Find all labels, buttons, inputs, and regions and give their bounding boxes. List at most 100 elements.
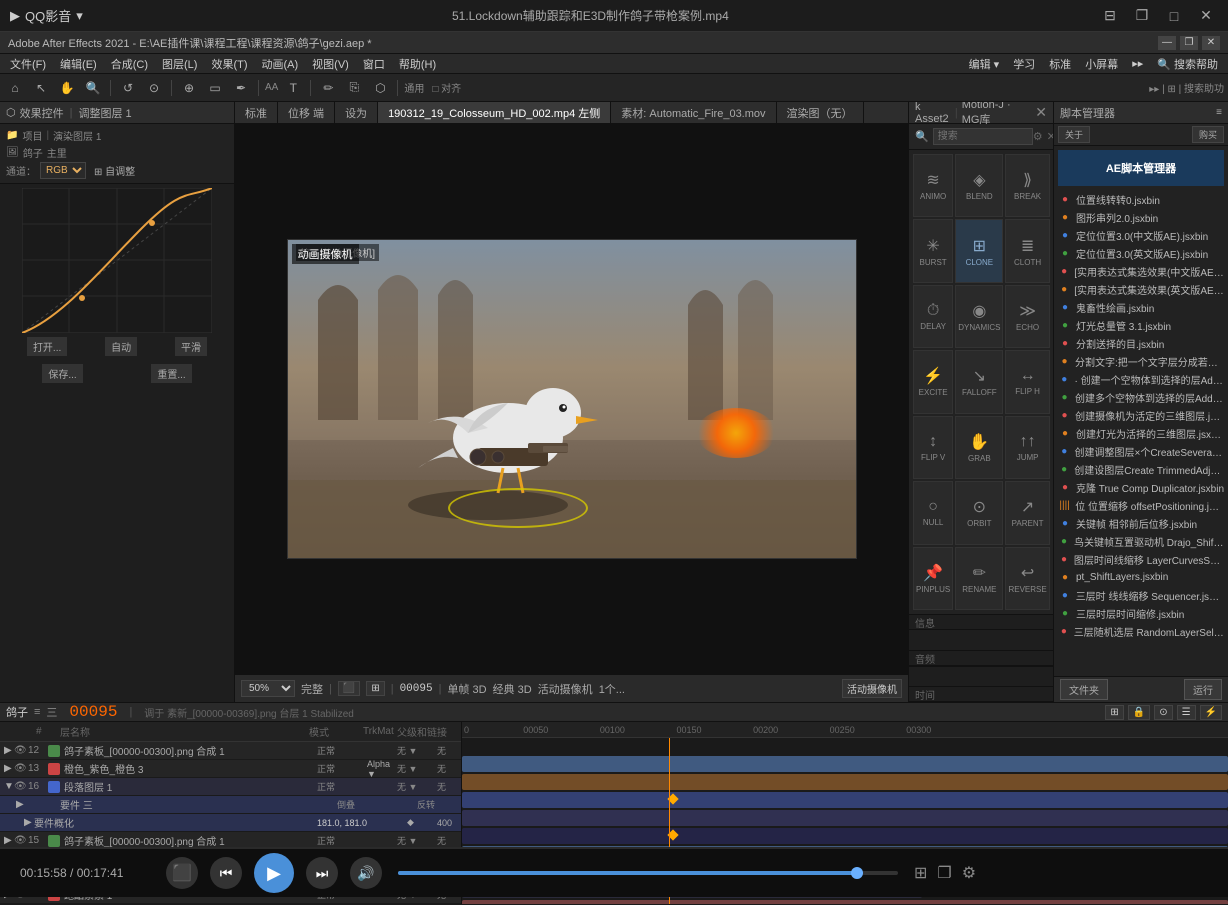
tool-orbit[interactable]: ⊙ ORBIT — [955, 481, 1003, 544]
tl-btn-2[interactable]: 🔒 — [1128, 705, 1150, 720]
smooth-btn[interactable]: 平滑 — [175, 337, 207, 356]
search-settings[interactable]: ⚙ — [1033, 130, 1043, 143]
script-item-3[interactable]: ● 定位位置3.0(中文版AE).jsxbin — [1054, 226, 1228, 244]
minimize-btn[interactable]: ⊟ — [1098, 4, 1122, 28]
next-btn[interactable]: ⏭ — [306, 857, 338, 889]
tool-burst[interactable]: ✳ BURST — [913, 219, 953, 282]
home-tool[interactable]: ⌂ — [4, 77, 26, 99]
tool-grab[interactable]: ✋ GRAB — [955, 416, 1003, 479]
workspace-learn[interactable]: 学习 — [1007, 54, 1041, 73]
vis-13[interactable]: 👁 — [14, 763, 28, 774]
script-item-10[interactable]: ● 分割文字:把一个文字层分成若干个... — [1054, 352, 1228, 370]
brush-tool[interactable]: ✏ — [317, 77, 339, 99]
workspace-standard[interactable]: 标准 — [1043, 54, 1077, 73]
text-tool[interactable]: T — [282, 77, 304, 99]
tool-animo[interactable]: ≋ ANIMO — [913, 154, 953, 217]
script-item-17[interactable]: ● 克隆 True Comp Duplicator.jsxbin — [1054, 478, 1228, 496]
maximize-btn[interactable]: □ — [1162, 4, 1186, 28]
stop-btn[interactable]: ⬛ — [166, 857, 198, 889]
script-item-7[interactable]: ● 鬼畜性绘画.jsxbin — [1054, 298, 1228, 316]
expand-16[interactable]: ▼ — [4, 781, 14, 792]
run-btn[interactable]: 运行 — [1184, 679, 1222, 700]
script-item-2[interactable]: ● 图形串列2.0.jsxbin — [1054, 208, 1228, 226]
script-item-18[interactable]: |||| 位 位置缩移 offsetPositioning.jsxbin — [1054, 496, 1228, 514]
pen-tool[interactable]: ✒ — [230, 77, 252, 99]
zoom-tool[interactable]: 🔍 — [82, 77, 104, 99]
vis-15[interactable]: 👁 — [14, 835, 28, 846]
script-item-19[interactable]: ● 关键帧 相邻前后位移.jsxbin — [1054, 514, 1228, 532]
script-item-4[interactable]: ● 定位位置3.0(英文版AE).jsxbin — [1054, 244, 1228, 262]
left-panel-label-effects[interactable]: 效果控件 — [20, 105, 64, 121]
tl-btn-1[interactable]: ⊞ — [1105, 705, 1123, 720]
tool-reverse[interactable]: ↩ REVERSE — [1005, 547, 1049, 610]
script-item-22[interactable]: ● pt_ShiftLayers.jsxbin — [1054, 568, 1228, 586]
menu-effect[interactable]: 效果(T) — [205, 54, 253, 73]
tab-fire[interactable]: 素材: Automatic_Fire_03.mov — [611, 102, 776, 123]
workspace-more[interactable]: ▸▸ — [1126, 54, 1149, 73]
script-item-20[interactable]: ● 鸟关键帧互置驱动机 Drajo_Shifter_v2... — [1054, 532, 1228, 550]
script-item-11[interactable]: ● · 创建一个空物体到选择的层Add Pa... — [1054, 370, 1228, 388]
tool-blend[interactable]: ◈ BLEND — [955, 154, 1003, 217]
channel-select[interactable]: RGB 红 绿 蓝 — [40, 162, 86, 179]
menu-file[interactable]: 文件(F) — [4, 54, 52, 73]
tool-null[interactable]: ○ NULL — [913, 481, 953, 544]
tool-falloff[interactable]: ↘ FALLOFF — [955, 350, 1003, 413]
script-item-23[interactable]: ● 三层时 线线缩移 Sequencer.jsxbin — [1054, 586, 1228, 604]
os-app-name[interactable]: ▶ QQ影音 ▾ — [10, 6, 83, 25]
stabilize-btn[interactable]: ⬛ — [338, 681, 360, 696]
workspace-edit[interactable]: 编辑 ▾ — [963, 54, 1006, 73]
tab-bg-video[interactable]: 190312_19_Colosseum_HD_002.mp4 左侧 — [378, 102, 611, 123]
script-item-5[interactable]: ● [实用表达式集选效果(中文版AE).jsxbin — [1054, 262, 1228, 280]
media-progress-bar[interactable] — [398, 871, 898, 875]
save-btn[interactable]: 保存... — [42, 364, 82, 383]
layer-row-13[interactable]: ▶ 👁 13 橙色_紫色_橙色 3 正常 Alpha ▼ 无 ▼ 无 — [0, 760, 461, 778]
tool-echo[interactable]: ≫ ECHO — [1005, 285, 1049, 348]
grid-btn[interactable]: ⊞ — [366, 681, 384, 696]
tab-setby[interactable]: 设为 — [335, 102, 378, 123]
menu-anim[interactable]: 动画(A) — [256, 54, 305, 73]
ae-close[interactable]: ✕ — [1202, 36, 1220, 50]
tab-standard[interactable]: 标准 — [235, 102, 278, 123]
restore-btn[interactable]: ❐ — [1130, 4, 1154, 28]
workspace-small[interactable]: 小屏幕 — [1079, 54, 1124, 73]
tl-btn-5[interactable]: ⚡ — [1200, 705, 1222, 720]
tool-parent[interactable]: ↗ PARENT — [1005, 481, 1049, 544]
select-tool[interactable]: ↖ — [30, 77, 52, 99]
script-item-16[interactable]: ● 创建设图层Create TrimmedAdjustme... — [1054, 460, 1228, 478]
tl-btn-3[interactable]: ⊙ — [1154, 705, 1172, 720]
clone-tool[interactable]: ⎘ — [343, 77, 365, 99]
script-item-12[interactable]: ● 创建多个空物体到选择的层Add Pa... — [1054, 388, 1228, 406]
layer-row-16[interactable]: ▼ 👁 16 段落图层 1 正常 无 ▼ 无 — [0, 778, 461, 796]
open-btn[interactable]: 打开... — [27, 337, 67, 356]
script-item-24[interactable]: ● 三层时层时间缩修.jsxbin — [1054, 604, 1228, 622]
menu-window[interactable]: 窗口 — [357, 54, 391, 73]
layer-row-sub2[interactable]: ▶ 要件概化 181.0, 181.0 ◆ 400 — [0, 814, 461, 832]
purchase-btn[interactable]: 购买 — [1192, 126, 1224, 143]
tool-jump[interactable]: ↑↑ JUMP — [1005, 416, 1049, 479]
script-item-13[interactable]: ● 创建摄像机为活定的三维图层.jsxbin — [1054, 406, 1228, 424]
menu-comp[interactable]: 合成(C) — [105, 54, 154, 73]
fullscreen-icon[interactable]: ⊞ — [914, 863, 927, 883]
anchor-tool[interactable]: ⊕ — [178, 77, 200, 99]
reset-btn[interactable]: 重置... — [151, 364, 191, 383]
script-item-1[interactable]: ● 位置线转转0.jsxbin — [1054, 190, 1228, 208]
about-btn[interactable]: 关于 — [1058, 126, 1090, 143]
volume-btn[interactable]: 🔊 — [350, 857, 382, 889]
script-item-8[interactable]: ● 灯光总量管 3.1.jsxbin — [1054, 316, 1228, 334]
tl-btn-4[interactable]: ☰ — [1177, 705, 1196, 720]
auto-btn[interactable]: 自动 — [105, 337, 137, 356]
comp-label[interactable]: 演染图层 1 — [53, 128, 101, 143]
curves-graph[interactable] — [22, 188, 212, 333]
menu-layer[interactable]: 图层(L) — [156, 54, 203, 73]
tool-break[interactable]: ⟫ BREAK — [1005, 154, 1049, 217]
tool-cloth[interactable]: ≣ CLOTH — [1005, 219, 1049, 282]
script-item-25[interactable]: ● 三层随机选层 RandomLayerSelector.js... — [1054, 622, 1228, 640]
tool-flipv[interactable]: ↕ FLIP V — [913, 416, 953, 479]
close-btn[interactable]: ✕ — [1194, 4, 1218, 28]
prev-btn[interactable]: ⏮ — [210, 857, 242, 889]
rotate-tool[interactable]: ↺ — [117, 77, 139, 99]
tool-pinplus[interactable]: 📌 PINPLUS — [913, 547, 953, 610]
folder-btn[interactable]: 文件夹 — [1060, 679, 1108, 700]
tool-rename[interactable]: ✏ RENAME — [955, 547, 1003, 610]
menu-help[interactable]: 帮助(H) — [393, 54, 442, 73]
